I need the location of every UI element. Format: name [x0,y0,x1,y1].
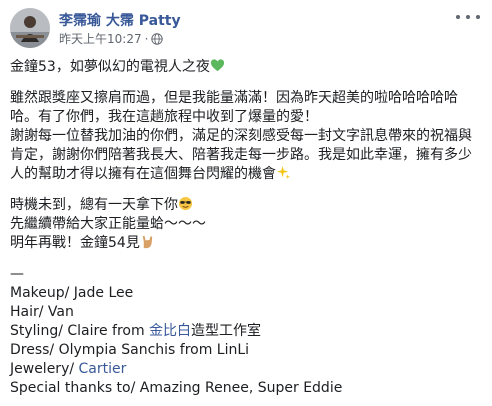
globe-icon[interactable] [151,32,164,45]
post-meta: 昨天上午10:27 · [59,30,164,47]
rock-on-hand-emoji [142,235,153,249]
post-paragraph: 雖然跟獎座又擦肩而過，但是我能量滿滿！因為昨天超美的啦哈哈哈哈哈哈。有了你們，我… [10,90,458,125]
post-paragraph: 謝謝每一位替我加油的你們，滿足的深刻感受每一封文字訊息帶來的祝福與肯定，謝謝你們… [10,128,472,182]
cartier-link[interactable]: Cartier [79,361,127,377]
post-line: 先繼續帶給大家正能量蛤～～～ [10,216,206,232]
more-options-icon[interactable] [456,10,480,24]
post-header: 李霈瑜 大霈 Patty 昨天上午10:27 · [10,8,482,50]
credit-styling: Styling/ Claire from 金比白造型工作室 [10,323,262,339]
green-heart-emoji [210,59,224,72]
sparkles-emoji [276,165,291,180]
post-line: 明年再戰！金鐘54見 [10,234,484,253]
sunglasses-emoji [178,196,193,211]
author-name[interactable]: 李霈瑜 大霈 Patty [59,10,181,30]
credit-dress: Dress/ Olympia Sanchis from LinLi [10,342,250,358]
meta-separator: · [144,31,149,46]
credit-hair: Hair/ Van [10,304,74,320]
timestamp[interactable]: 昨天上午10:27 [59,30,142,47]
credit-jewelry: Jewelery/ Cartier [10,361,127,377]
post-line: 金鐘53，如夢似幻的電視人之夜 [10,58,484,77]
divider: — [10,266,24,282]
credit-makeup: Makeup/ Jade Lee [10,285,134,301]
post-line: 時機未到，總有一天拿下你 [10,196,484,215]
styling-studio-link[interactable]: 金比白 [149,323,191,339]
avatar[interactable] [10,8,50,48]
post-body: 金鐘53，如夢似幻的電視人之夜 雖然跟獎座又擦肩而過，但是我能量滿滿！因為昨天超… [10,58,484,398]
credit-thanks: Special thanks to/ Amazing Renee, Super … [10,380,343,396]
